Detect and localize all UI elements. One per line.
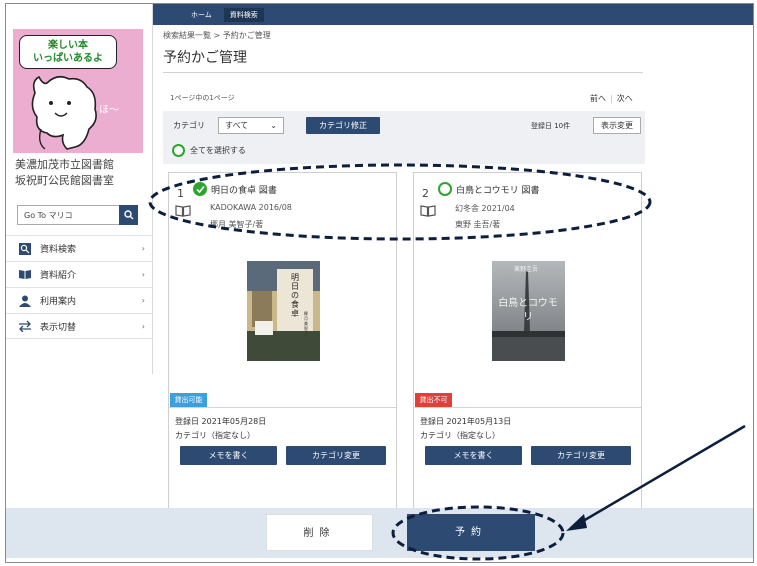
status-badge: 貸出可能 (170, 393, 207, 407)
delete-button[interactable]: 削除 (266, 514, 373, 551)
card-divider (414, 407, 641, 408)
chevron-right-icon: › (141, 244, 145, 253)
chevron-right-icon: › (141, 321, 145, 331)
card-number: 2 (422, 187, 429, 200)
page-title: 予約かご管理 (163, 50, 247, 66)
sidebar-item-intro[interactable]: 資料紹介 › (6, 261, 153, 287)
book-icon (175, 205, 191, 217)
sidebar-item-guide[interactable]: 利用案内 › (6, 287, 153, 313)
book-icon (420, 205, 436, 217)
card-category: カテゴリ（指定なし） (420, 431, 500, 440)
card-title[interactable]: 白鳥とコウモリ 図書 (438, 182, 540, 196)
write-memo-button[interactable]: メモを書く (425, 446, 522, 465)
change-category-button[interactable]: カテゴリ変更 (286, 446, 386, 465)
search-icon (18, 242, 32, 255)
registered-date: 登録日 2021年05月28日 (175, 417, 267, 426)
status-badge: 貸出不可 (415, 393, 452, 407)
speech-bubble: 楽しい本 いっぱいあるよ (19, 35, 117, 69)
book-publisher: KADOKAWA 2016/08 (210, 203, 292, 212)
switch-arrows-icon (18, 320, 32, 332)
sidebar-item-label: 資料紹介 (40, 271, 77, 281)
write-memo-button[interactable]: メモを書く (180, 446, 277, 465)
card-divider (169, 407, 396, 408)
mascot-say: ほ～ (99, 105, 119, 116)
bubble-line-2: いっぱいあるよ (33, 53, 103, 64)
checked-circle-icon[interactable] (193, 182, 207, 196)
unchecked-circle-icon[interactable] (438, 182, 452, 196)
nav-search[interactable]: 資料検索 (223, 7, 264, 22)
book-author: 椰月 美智子/著 (210, 220, 264, 229)
registered-date: 登録日 2021年05月13日 (420, 417, 512, 426)
select-all-label: 全てを選択する (190, 146, 246, 155)
sidebar-search-button[interactable] (119, 205, 138, 225)
change-category-button[interactable]: カテゴリ変更 (531, 446, 631, 465)
category-label: カテゴリ (173, 121, 205, 130)
sidebar-item-label: 利用案内 (40, 297, 77, 307)
sidebar-item-label: 資料検索 (40, 245, 77, 255)
user-icon (18, 295, 32, 307)
book-publisher: 幻冬舎 2021/04 (455, 204, 515, 213)
chevron-right-icon: › (141, 270, 145, 279)
sidebar-item-switch[interactable]: 表示切替 › (6, 313, 153, 339)
bottom-action-bar (6, 508, 753, 558)
category-select-value: すべて (225, 121, 249, 130)
book-cover-author: 椰月美智子 (304, 311, 308, 336)
sidebar-item-label: 表示切替 (40, 322, 77, 333)
breadcrumb[interactable]: 検索結果一覧 > 予約かご管理 (163, 30, 271, 41)
rhino-mascot-icon (31, 75, 97, 150)
book-title[interactable]: 白鳥とコウモリ 図書 (456, 183, 540, 196)
sidebar-item-search[interactable]: 資料検索 › (6, 235, 153, 261)
chevron-down-icon: ⌄ (270, 121, 277, 130)
search-icon (123, 210, 133, 220)
book-title[interactable]: 明日の食卓 図書 (211, 183, 277, 196)
library-mascot-banner: 楽しい本 いっぱいあるよ ほ～ (13, 29, 143, 153)
chevron-right-icon: › (141, 296, 145, 305)
display-change-button[interactable]: 表示変更 (593, 117, 641, 134)
sidebar-menu: 資料検索 › 資料紹介 › 利用案内 › 表示切替 › (6, 235, 153, 339)
nav-home[interactable]: ホーム (185, 8, 218, 22)
book-author: 東野 圭吾/著 (455, 220, 501, 229)
library-name: 美濃加茂市立図書館 坂祝町公民館図書室 (15, 157, 151, 189)
radio-circle-icon (172, 144, 185, 157)
book-card: 1 明日の食卓 図書 KADOKAWA 2016/08 椰月 美智子/著 明日の… (168, 172, 397, 512)
card-number: 1 (177, 187, 184, 200)
prev-page-link[interactable]: 前へ (590, 94, 606, 103)
pagination: 前へ | 次へ (590, 94, 633, 103)
sort-order-label: 登録日 10件 (531, 122, 571, 130)
book-cover-title: 白鳥とコウモリ (498, 298, 558, 323)
filter-bar: カテゴリ すべて ⌄ カテゴリ修正 登録日 10件 表示変更 全てを選択する (163, 111, 645, 164)
book-cover-author: 東野圭吾 (514, 266, 539, 273)
book-icon (18, 269, 32, 281)
next-page-link[interactable]: 次へ (617, 94, 633, 103)
sidebar-search-input[interactable] (18, 207, 112, 223)
top-nav-bar: ホーム 資料検索 (153, 4, 753, 25)
select-all-toggle[interactable]: 全てを選択する (172, 144, 246, 157)
sidebar-search (17, 205, 129, 225)
title-divider (163, 72, 643, 73)
library-name-line-1: 美濃加茂市立図書館 (15, 158, 114, 171)
book-cover-title: 明日の食卓 (291, 273, 299, 318)
page-info: 1ページ中の1ページ (170, 94, 235, 102)
bubble-line-1: 楽しい本 (48, 40, 88, 51)
book-card: 2 白鳥とコウモリ 図書 幻冬舎 2021/04 東野 圭吾/著 東野圭吾 白鳥… (413, 172, 642, 512)
category-select[interactable]: すべて ⌄ (218, 117, 284, 134)
card-category: カテゴリ（指定なし） (175, 431, 255, 440)
library-name-line-2: 坂祝町公民館図書室 (15, 174, 114, 187)
book-cover-image[interactable]: 明日の食卓 椰月美智子 (247, 261, 320, 361)
book-cover-image[interactable]: 東野圭吾 白鳥とコウモリ (492, 261, 565, 361)
category-edit-button[interactable]: カテゴリ修正 (306, 117, 380, 134)
reserve-button[interactable]: 予約 (407, 514, 535, 551)
sidebar: 楽しい本 いっぱいあるよ ほ～ 美濃加茂市立図書館 坂祝町公民館図書室 Go T… (6, 4, 153, 374)
card-title[interactable]: 明日の食卓 図書 (193, 182, 277, 196)
